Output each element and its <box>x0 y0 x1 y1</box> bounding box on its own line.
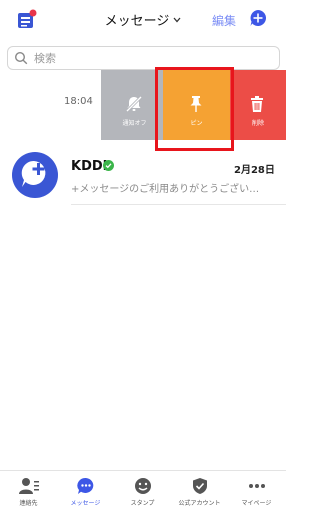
swiped-conversation-row[interactable]: 18:04 通知オフ ピン 削除 <box>0 70 286 140</box>
page-title[interactable]: メッセージ <box>0 10 286 29</box>
divider <box>71 204 286 205</box>
verified-icon <box>103 160 114 171</box>
tab-contacts[interactable]: 連絡先 <box>0 471 57 509</box>
sticker-icon <box>135 478 151 494</box>
conversation-row[interactable]: KDDI 2月28日 +メッセージのご利用ありがとうござい… <box>0 140 286 205</box>
tab-label: 連絡先 <box>19 500 38 507</box>
tab-stickers[interactable]: スタンプ <box>114 471 171 509</box>
bell-off-icon <box>125 95 143 113</box>
tab-label: スタンプ <box>130 500 155 507</box>
chevron-down-icon <box>173 17 181 23</box>
tab-bar: 連絡先 メッセージ スタンプ 公式アカウント マイページ <box>0 470 286 509</box>
conversation-date: 2月28日 <box>234 165 275 176</box>
tab-my-page[interactable]: マイページ <box>228 471 285 509</box>
tab-label: マイページ <box>241 500 272 507</box>
more-icon <box>249 484 265 488</box>
search-icon <box>14 51 28 65</box>
delete-label: 削除 <box>251 120 264 127</box>
tab-label: 公式アカウント <box>178 500 221 507</box>
conversation-preview: +メッセージのご利用ありがとうござい… <box>71 184 260 195</box>
conversation-time: 18:04 <box>64 96 93 107</box>
app-header: メッセージ 編集 <box>0 0 286 40</box>
search-input[interactable] <box>34 49 264 67</box>
highlight-annotation <box>155 67 234 151</box>
compose-icon[interactable] <box>249 9 267 27</box>
tab-official-accounts[interactable]: 公式アカウント <box>171 471 228 509</box>
official-account-icon <box>193 478 207 494</box>
delete-button[interactable]: 削除 <box>230 70 286 140</box>
avatar <box>12 152 58 198</box>
page-title-label: メッセージ <box>104 14 170 29</box>
trash-icon <box>251 96 263 112</box>
edit-button[interactable]: 編集 <box>212 12 236 29</box>
tab-messages[interactable]: メッセージ <box>57 471 114 509</box>
search-bar[interactable] <box>7 46 280 70</box>
tab-label: メッセージ <box>70 500 101 507</box>
contacts-icon <box>19 478 39 494</box>
chat-icon <box>77 477 94 494</box>
